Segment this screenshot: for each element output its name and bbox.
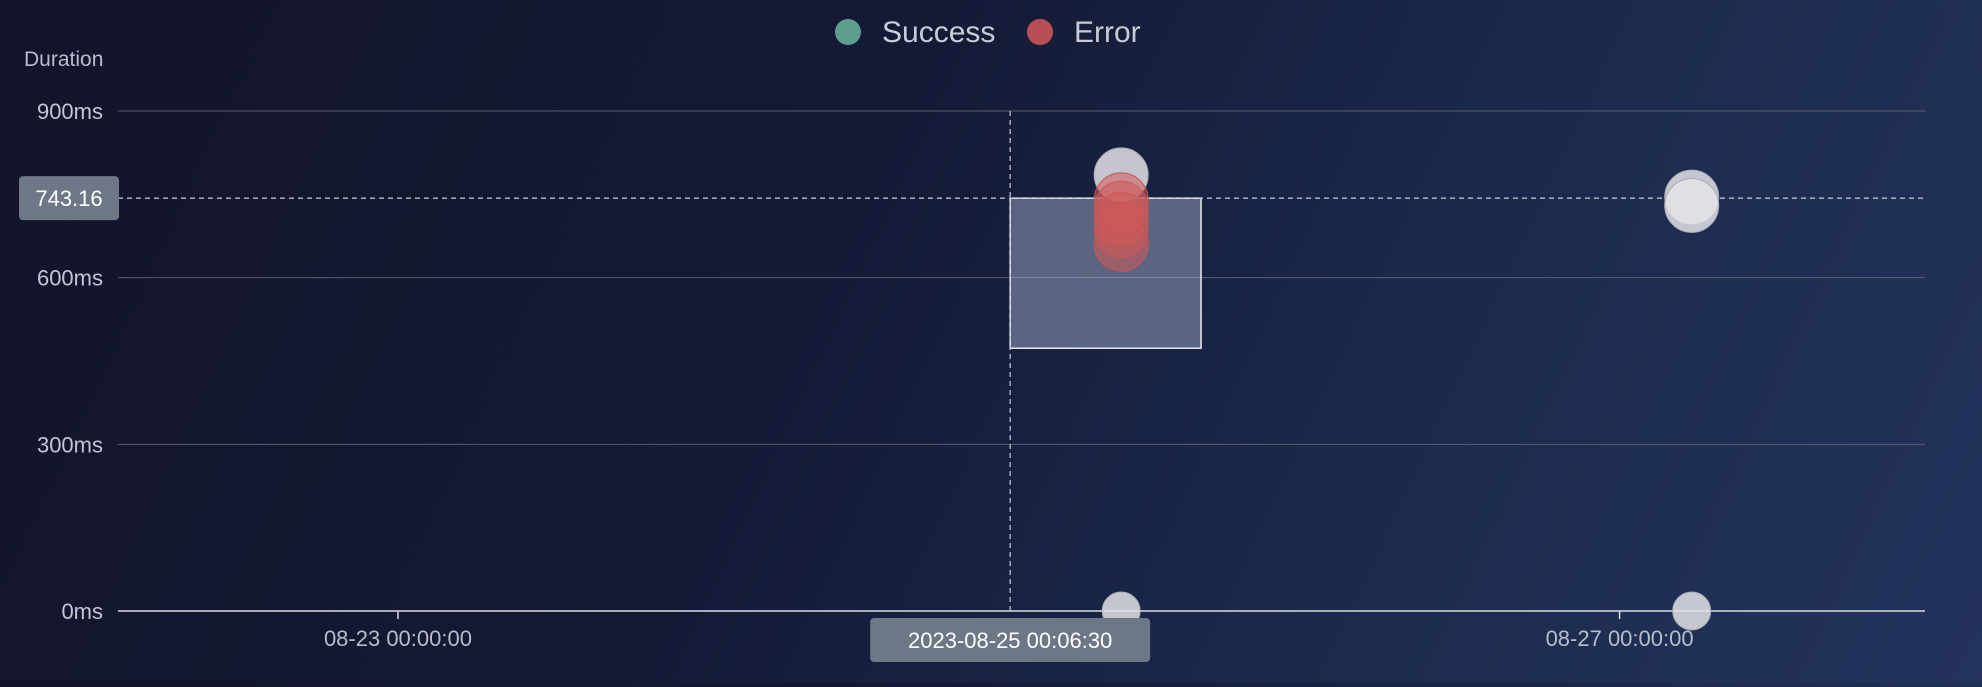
legend-marker-success	[835, 19, 861, 45]
error-point[interactable]	[1093, 172, 1149, 228]
x-pointer-value: 2023-08-25 00:06:30	[908, 628, 1112, 653]
y-tick-label: 600ms	[37, 266, 103, 291]
axis-layer: Duration 0ms 300ms 600ms 900ms 08-23 00:00:00…	[24, 48, 1694, 651]
legend-label: Success	[882, 16, 995, 49]
y-pointer-value: 743.16	[35, 186, 102, 211]
legend-item-error[interactable]: Error	[1027, 16, 1141, 49]
y-tick-label: 0ms	[61, 599, 103, 624]
x-pointer-label: 2023-08-25 00:06:30	[870, 618, 1151, 662]
pointer-labels: 743.16 2023-08-25 00:06:30	[19, 176, 1151, 662]
y-axis-label: Duration	[24, 48, 103, 71]
legend-label: Error	[1074, 16, 1141, 49]
y-tick-label: 300ms	[37, 432, 103, 457]
success-point[interactable]	[1664, 177, 1720, 233]
legend-marker-error	[1027, 19, 1053, 45]
legend-item-success[interactable]: Success	[835, 16, 995, 49]
overlay-layer	[118, 111, 1925, 611]
x-tick-label: 08-23 00:00:00	[324, 626, 472, 651]
chart-svg: Duration 0ms 300ms 600ms 900ms 08-23 00:00:00…	[19, 16, 1925, 662]
grid-layer	[118, 110, 1925, 612]
y-tick-label: 900ms	[37, 99, 103, 124]
success-point[interactable]	[1672, 591, 1712, 631]
legend[interactable]: Success Error	[835, 16, 1141, 49]
y-pointer-label: 743.16	[19, 176, 119, 221]
x-tick-label: 08-27 00:00:00	[1546, 626, 1694, 651]
scatter-chart: Duration 0ms 300ms 600ms 900ms 08-23 00:00:00…	[0, 0, 1982, 682]
